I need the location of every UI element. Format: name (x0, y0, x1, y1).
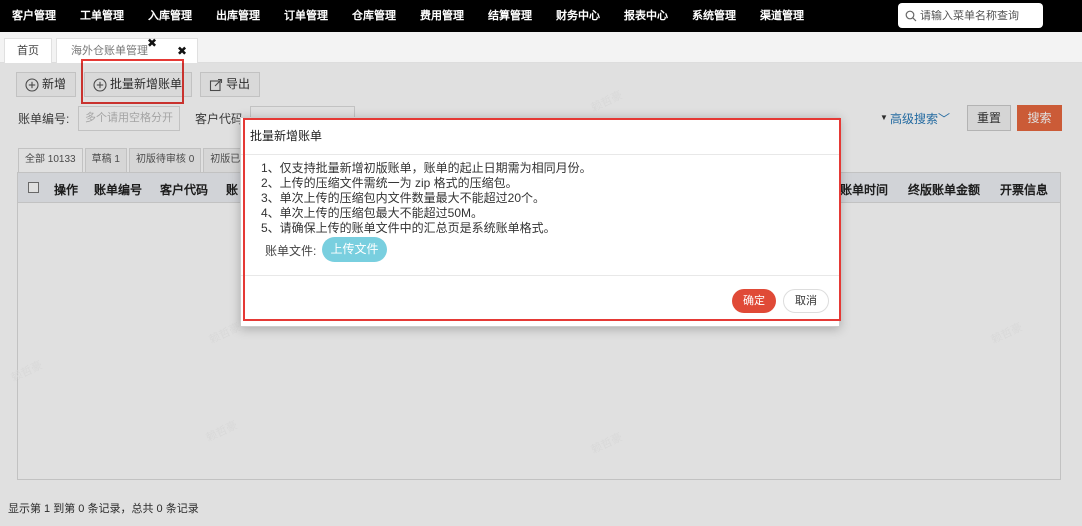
menu-item-customer[interactable]: 客户管理 (0, 0, 68, 32)
menu-item-orders[interactable]: 订单管理 (272, 0, 340, 32)
watermark: 赖哲豪 (589, 89, 625, 115)
file-upload-row: 账单文件: 上传文件 (265, 237, 465, 262)
tab-overseas-bill-label: 海外仓账单管理 (71, 45, 148, 57)
rule-item: 3、单次上传的压缩包内文件数量最大不能超过20个。 (261, 191, 546, 205)
close-icon[interactable]: ✖ (147, 31, 157, 55)
menu-search-input[interactable] (920, 9, 1038, 22)
watermark: 赖哲豪 (9, 359, 45, 385)
watermark: 赖哲豪 (204, 419, 240, 445)
rule-item: 2、上传的压缩文件需统一为 zip 格式的压缩包。 (261, 176, 518, 190)
menu-item-workorder[interactable]: 工单管理 (68, 0, 136, 32)
menu-item-warehouse[interactable]: 仓库管理 (340, 0, 408, 32)
watermark: 赖哲豪 (207, 321, 243, 347)
rule-item: 4、单次上传的压缩包最大不能超过50M。 (261, 206, 484, 220)
dialog-rules: 1、仅支持批量新增初版账单，账单的起止日期需为相同月份。 2、上传的压缩文件需统… (261, 161, 592, 236)
file-label: 账单文件: (265, 244, 317, 258)
watermark: 赖哲豪 (589, 431, 625, 457)
dialog-divider (241, 154, 839, 155)
menu-search (898, 3, 1043, 28)
dialog-title: 批量新增账单 (250, 129, 323, 143)
rule-item: 1、仅支持批量新增初版账单，账单的起止日期需为相同月份。 (261, 161, 592, 175)
menu-item-system[interactable]: 系统管理 (680, 0, 748, 32)
main-menu: 客户管理 工单管理 入库管理 出库管理 订单管理 仓库管理 费用管理 结算管理 … (0, 0, 816, 32)
watermark: 赖哲豪 (989, 321, 1025, 347)
search-icon (905, 10, 917, 21)
menu-item-settlement[interactable]: 结算管理 (476, 0, 544, 32)
menu-item-reports[interactable]: 报表中心 (612, 0, 680, 32)
dialog-footer-divider (241, 275, 839, 276)
menu-item-fees[interactable]: 费用管理 (408, 0, 476, 32)
confirm-button[interactable]: 确定 (732, 289, 776, 313)
cancel-button[interactable]: 取消 (783, 289, 829, 313)
menu-item-inbound[interactable]: 入库管理 (136, 0, 204, 32)
rule-item: 5、请确保上传的账单文件中的汇总页是系统账单格式。 (261, 221, 556, 235)
batch-add-bill-dialog: 批量新增账单 1、仅支持批量新增初版账单，账单的起止日期需为相同月份。 2、上传… (240, 117, 840, 327)
top-nav: 客户管理 工单管理 入库管理 出库管理 订单管理 仓库管理 费用管理 结算管理 … (0, 0, 1082, 32)
tab-home[interactable]: 首页 (4, 38, 52, 63)
upload-file-button[interactable]: 上传文件 (322, 237, 387, 262)
menu-item-channels[interactable]: 渠道管理 (748, 0, 816, 32)
menu-item-outbound[interactable]: 出库管理 (204, 0, 272, 32)
menu-item-finance[interactable]: 财务中心 (544, 0, 612, 32)
